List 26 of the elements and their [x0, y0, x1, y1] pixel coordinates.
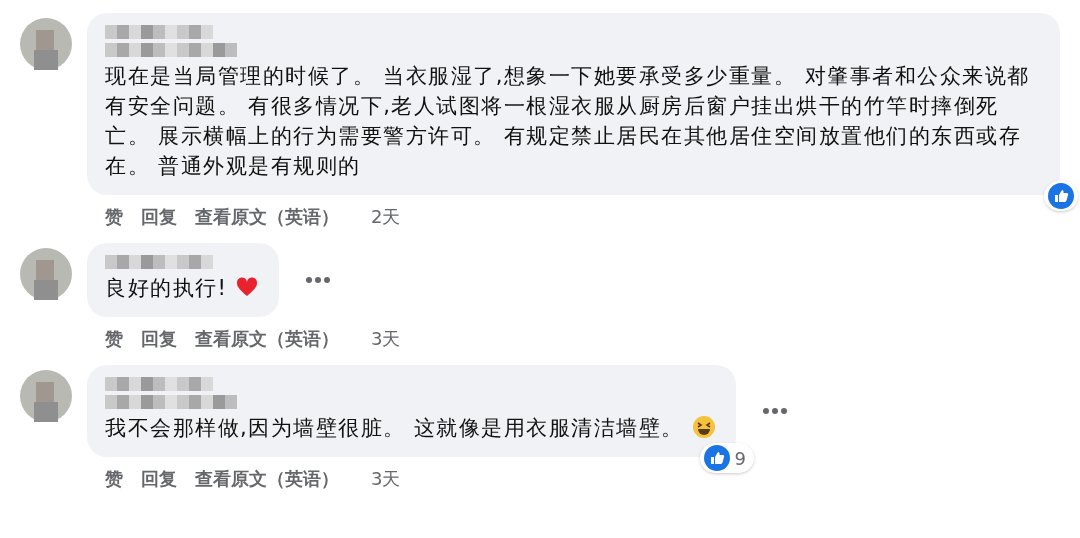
- comment-action-link[interactable]: 查看原文（英语）: [195, 467, 339, 491]
- comment-action-link[interactable]: 回复: [141, 467, 177, 491]
- like-icon: [1048, 183, 1074, 209]
- comment-action-link[interactable]: 赞: [105, 327, 123, 351]
- reaction-badge[interactable]: 9: [700, 443, 754, 473]
- avatar[interactable]: [20, 18, 72, 70]
- comment-action-link[interactable]: 回复: [141, 327, 177, 351]
- laughing-face-icon: [691, 415, 716, 439]
- comment-action-link[interactable]: 赞: [105, 205, 123, 229]
- avatar[interactable]: [20, 370, 72, 422]
- comment-text: 良好的执行!: [105, 273, 260, 303]
- comment-text: 我不会那样做,因为墙壁很脏。 这就像是用衣服清洁墙壁。: [105, 413, 716, 443]
- comment-action-link[interactable]: 查看原文（英语）: [195, 327, 339, 351]
- comment-time: 3天: [371, 467, 401, 491]
- more-options-icon[interactable]: [305, 276, 332, 284]
- reaction-badge[interactable]: [1044, 181, 1078, 211]
- comment-action-link[interactable]: 查看原文（英语）: [195, 205, 339, 229]
- comment-action-link[interactable]: 回复: [141, 205, 177, 229]
- comment-text: 现在是当局管理的时候了。 当衣服湿了,想象一下她要承受多少重量。 对肇事者和公众来说都有安全问题。 有很多情况下,老人试图将一根湿衣服从厨房后窗户挂出烘干的竹竿时摔倒死亡。 展示横幅上的行为需要警方许可。 有规定禁止居民在其他居住空间放置他们的东西或存在。 普通外观是有规则的: [105, 63, 1031, 180]
- comment-time: 3天: [371, 327, 401, 351]
- like-icon: [704, 445, 731, 471]
- heart-icon: [235, 275, 260, 299]
- comment-time: 2天: [371, 205, 401, 229]
- comment-action-link[interactable]: 赞: [105, 467, 123, 491]
- more-options-icon[interactable]: [761, 407, 788, 415]
- avatar[interactable]: [20, 248, 72, 300]
